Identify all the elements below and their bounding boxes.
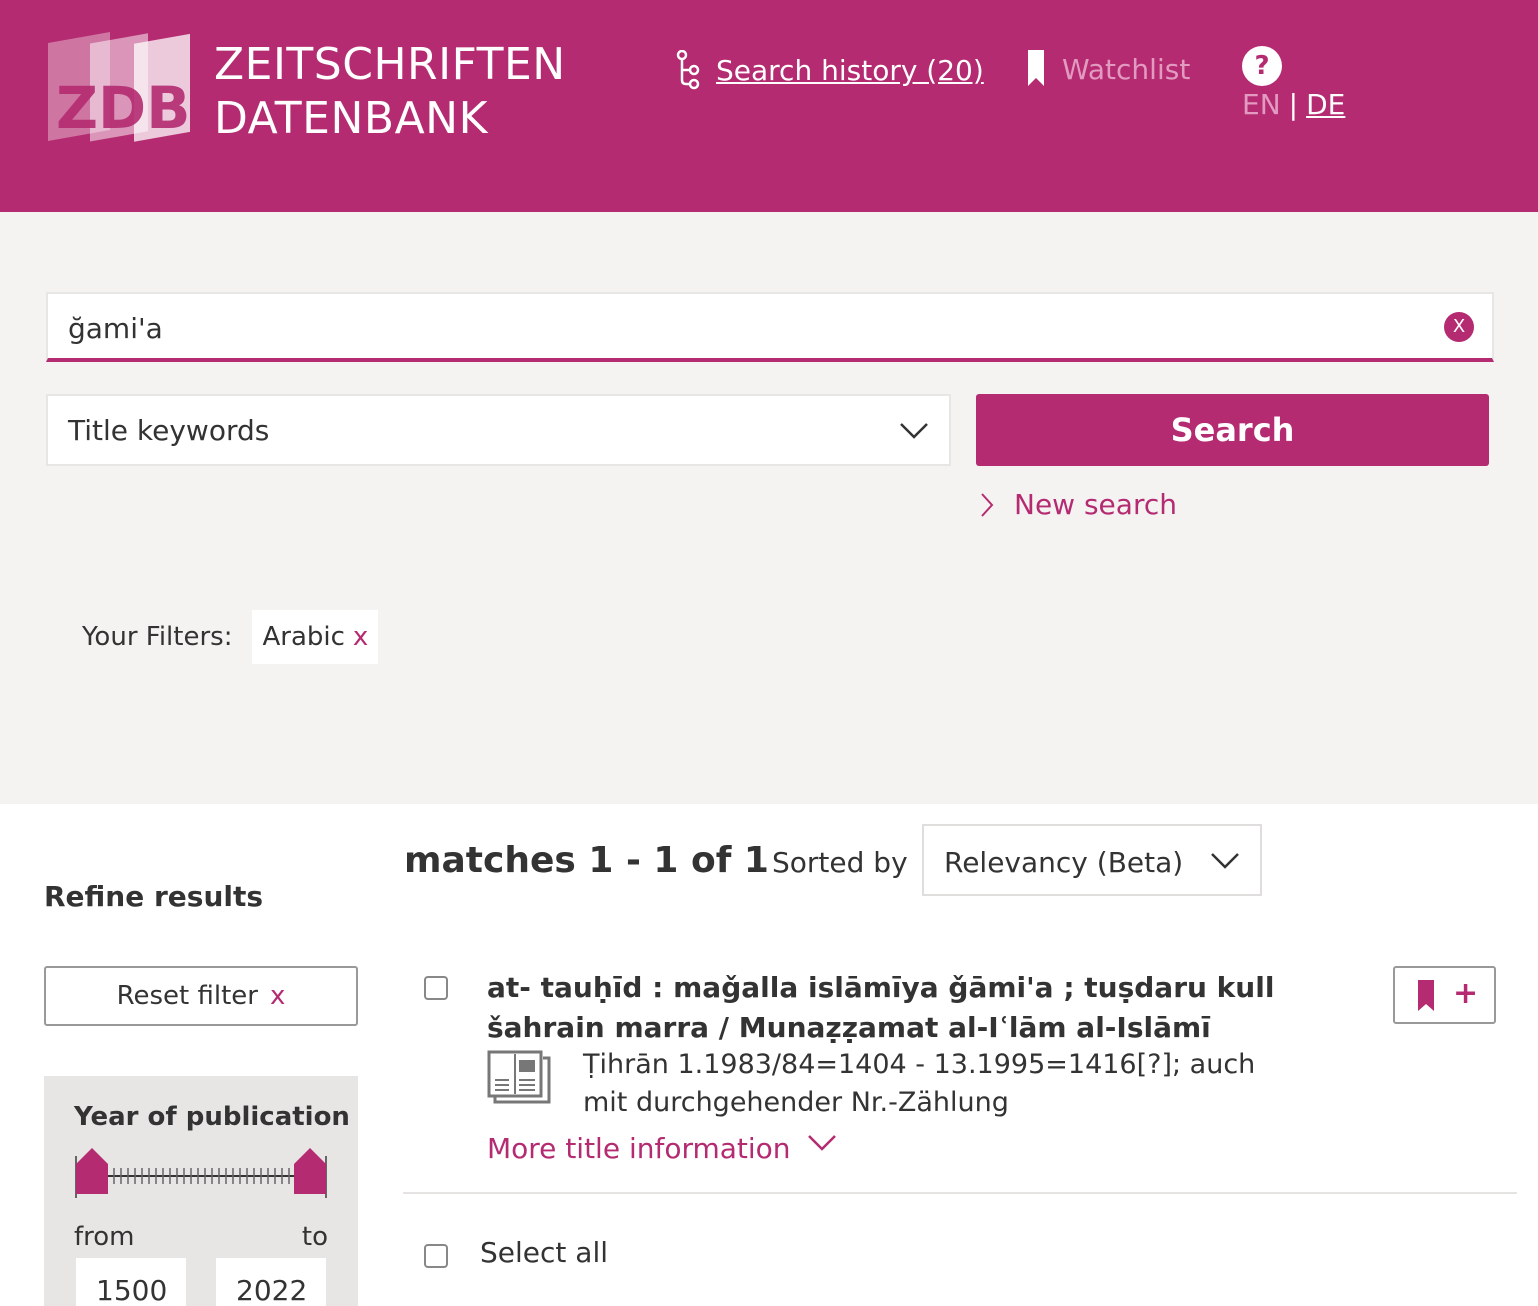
reset-x-icon: x [269, 981, 286, 1011]
bookmark-icon [1028, 50, 1044, 86]
bookmark-icon [1418, 980, 1434, 1011]
history-icon [676, 50, 700, 90]
search-input[interactable]: ğami'a X [46, 292, 1494, 362]
result-publication: Ṭihrān 1.1983/84=1404 - 13.1995=1416[?];… [583, 1049, 1256, 1118]
slider-handle-from[interactable] [76, 1148, 108, 1194]
reset-filter-label: Reset filter [116, 981, 258, 1011]
search-panel: ğami'a X Title keywords Search New searc… [0, 212, 1538, 804]
chevron-down-icon [807, 1134, 836, 1151]
watchlist-link[interactable]: Watchlist [1026, 50, 1190, 88]
search-field-value: Title keywords [68, 414, 270, 447]
filter-chip-label: Arabic [262, 622, 345, 652]
add-to-watchlist-button[interactable]: + [1393, 966, 1496, 1024]
sort-value: Relevancy (Beta) [944, 846, 1184, 879]
search-field-select[interactable]: Title keywords [46, 394, 951, 466]
results-count: matches 1 - 1 of 1 [404, 840, 769, 881]
filters-label: Your Filters: [82, 622, 233, 652]
reset-filter-button[interactable]: Reset filter x [44, 966, 358, 1026]
language-switch: EN | DE [1242, 88, 1345, 121]
new-search-link[interactable]: New search [980, 488, 1177, 521]
year-to-label: to [301, 1222, 328, 1252]
more-title-info-label: More title information [487, 1132, 791, 1165]
remove-filter-icon[interactable]: x [353, 622, 368, 652]
year-filter-title: Year of publication [74, 1102, 350, 1132]
divider [403, 1192, 1517, 1194]
plus-icon: + [1453, 976, 1479, 1011]
filter-chip[interactable]: Arabic x [252, 610, 379, 664]
site-title[interactable]: ZEITSCHRIFTEN DATENBANK [214, 38, 566, 146]
chevron-right-icon [981, 492, 994, 517]
more-title-info-toggle[interactable]: More title information [487, 1132, 837, 1165]
year-to-input[interactable]: 2022 [216, 1258, 326, 1306]
chevron-down-icon [900, 423, 928, 439]
new-search-label: New search [1014, 488, 1177, 521]
site-title-line2: DATENBANK [214, 93, 488, 144]
result-checkbox[interactable] [424, 976, 448, 1000]
logo-letters: ZDB [56, 74, 190, 142]
select-all-label[interactable]: Select all [480, 1236, 608, 1269]
site-title-line1: ZEITSCHRIFTEN [214, 39, 566, 90]
slider-handle-to[interactable] [294, 1148, 326, 1194]
zdb-logo-icon[interactable]: ZDB [42, 32, 194, 156]
search-history-link[interactable]: Search history (20) [676, 50, 984, 90]
help-icon[interactable]: ? [1242, 46, 1282, 86]
result-title[interactable]: at- tauḥīd : maǧalla islāmīya ǧāmi'a ; t… [487, 968, 1347, 1048]
search-button[interactable]: Search [976, 394, 1489, 466]
lang-de[interactable]: DE [1306, 88, 1345, 121]
watchlist-label: Watchlist [1062, 52, 1191, 86]
active-filters: Your Filters: Arabic x [82, 610, 379, 664]
site-header: ZDB ZEITSCHRIFTEN DATENBANK Search histo… [0, 0, 1538, 212]
lang-separator: | [1288, 88, 1299, 121]
year-from-input[interactable]: 1500 [76, 1258, 186, 1306]
search-query: ğami'a [68, 312, 163, 345]
lang-en[interactable]: EN [1242, 88, 1281, 121]
chevron-down-icon [1211, 853, 1239, 869]
year-from-label: from [74, 1222, 135, 1252]
sort-select[interactable]: Relevancy (Beta) [922, 824, 1262, 896]
search-history-label[interactable]: Search history (20) [716, 54, 984, 87]
document-icon [487, 1050, 551, 1104]
year-filter: Year of publication from to 1500 2022 [44, 1076, 358, 1306]
sort-label: Sorted by [772, 846, 908, 879]
select-all-checkbox[interactable] [424, 1244, 448, 1268]
year-range-slider[interactable] [74, 1146, 328, 1206]
clear-icon[interactable]: X [1444, 312, 1474, 342]
refine-title: Refine results [44, 880, 264, 913]
